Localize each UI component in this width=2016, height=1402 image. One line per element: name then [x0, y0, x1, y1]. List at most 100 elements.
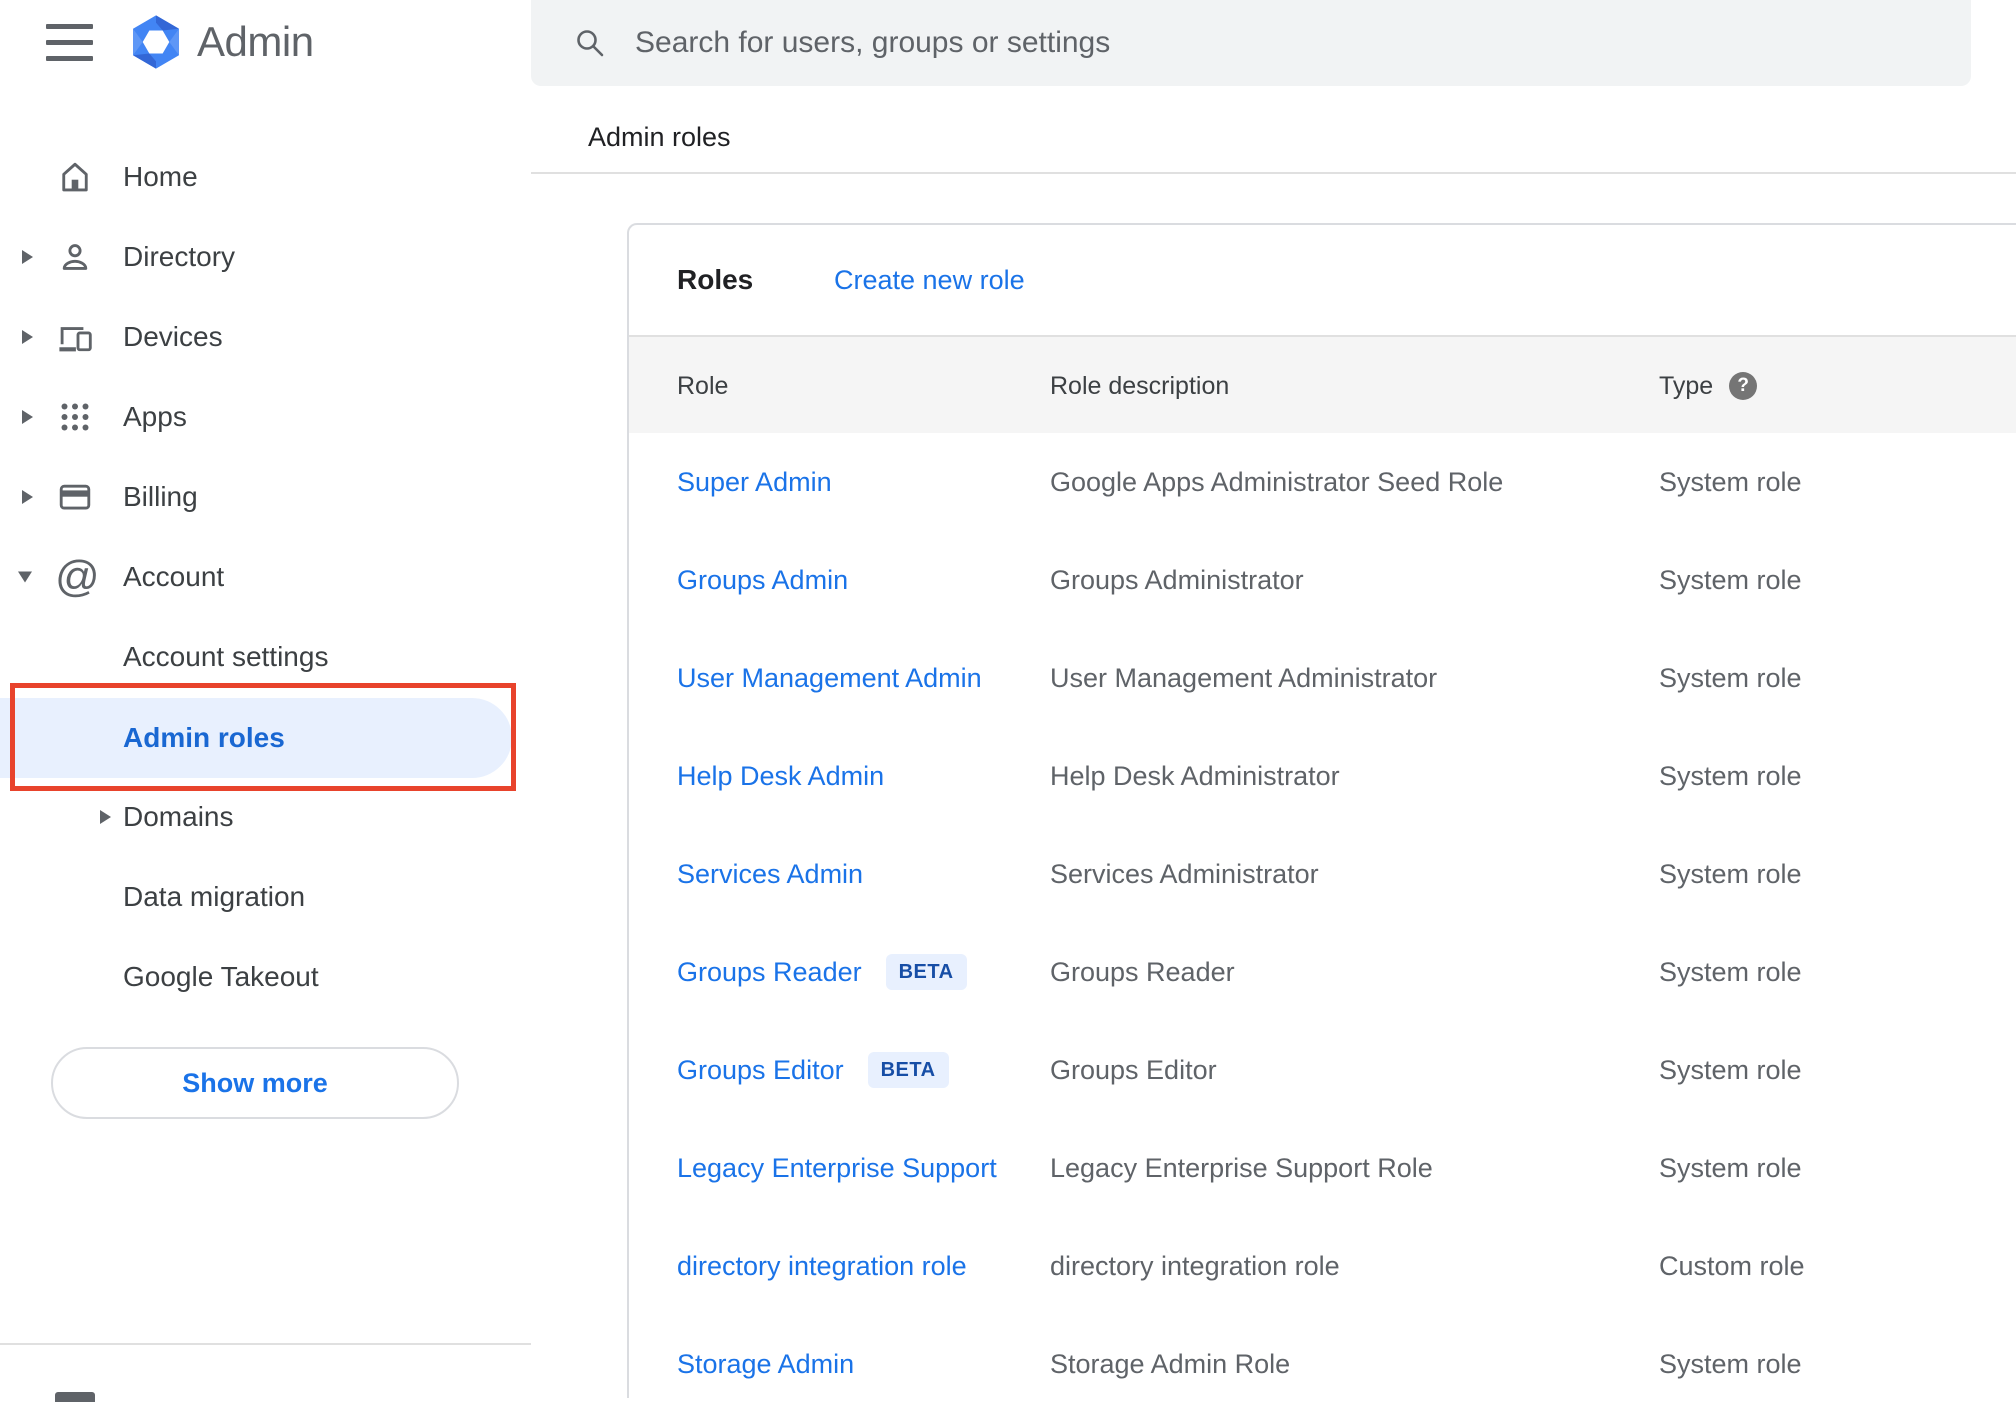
sidebar-item-home[interactable]: Home: [0, 137, 531, 217]
chevron-right-icon[interactable]: [22, 330, 33, 344]
role-type: System role: [1659, 957, 1802, 987]
role-link[interactable]: Legacy Enterprise Support: [677, 1153, 997, 1184]
role-link[interactable]: Groups Reader: [677, 957, 862, 988]
credit-card-icon: [59, 484, 91, 510]
column-header-type: Type ?: [1659, 337, 1758, 435]
table-row: Super Admin Google Apps Administrator Se…: [629, 433, 2016, 533]
role-description: Google Apps Administrator Seed Role: [1050, 467, 1504, 497]
table-row: Groups Admin Groups Administrator System…: [629, 531, 2016, 631]
role-type: Custom role: [1659, 1251, 1805, 1281]
chevron-down-icon[interactable]: [18, 571, 32, 583]
sidebar-item-label: Billing: [123, 481, 198, 512]
table-row: Storage Admin Storage Admin Role System …: [629, 1315, 2016, 1398]
sidebar-item-account[interactable]: @ Account: [0, 537, 531, 617]
clipped-sidebar-icon: [55, 1392, 95, 1402]
role-type: System role: [1659, 1349, 1802, 1379]
role-description: Storage Admin Role: [1050, 1349, 1291, 1379]
beta-badge: BETA: [885, 954, 967, 990]
column-header-type-label: Type: [1659, 371, 1714, 400]
sidebar-item-data-migration[interactable]: Data migration: [0, 857, 531, 937]
sidebar-item-devices[interactable]: Devices: [0, 297, 531, 377]
role-type: System role: [1659, 859, 1802, 889]
role-description: Services Administrator: [1050, 859, 1319, 889]
chevron-right-icon[interactable]: [100, 810, 111, 824]
sidebar-item-domains[interactable]: Domains: [0, 777, 531, 857]
devices-icon: [59, 327, 92, 352]
sidebar-item-label: Devices: [123, 321, 223, 352]
hamburger-bar: [46, 56, 93, 61]
sidebar-item-label: Admin roles: [123, 722, 285, 753]
table-header-row: Role Role description Type ?: [629, 335, 2016, 435]
table-row: directory integration role directory int…: [629, 1217, 2016, 1317]
apps-grid-icon: [61, 403, 89, 431]
role-type: System role: [1659, 1055, 1802, 1085]
role-link[interactable]: Groups Editor: [677, 1055, 844, 1086]
role-link[interactable]: Services Admin: [677, 859, 863, 890]
search-icon: [577, 30, 604, 57]
table-row: Groups Reader BETA Groups Reader System …: [629, 923, 2016, 1023]
help-icon[interactable]: ?: [1729, 372, 1758, 400]
create-new-role-link[interactable]: Create new role: [834, 225, 1025, 335]
role-description: Legacy Enterprise Support Role: [1050, 1153, 1433, 1183]
table-row: User Management Admin User Management Ad…: [629, 629, 2016, 729]
chevron-right-icon[interactable]: [22, 490, 33, 504]
header-divider: [531, 172, 2016, 174]
breadcrumb: Admin roles: [588, 122, 731, 152]
beta-badge: BETA: [867, 1052, 949, 1088]
at-sign-icon: @: [55, 552, 100, 601]
role-link[interactable]: Storage Admin: [677, 1349, 854, 1380]
role-type: System role: [1659, 467, 1802, 497]
sidebar-item-label: Domains: [123, 801, 234, 832]
person-icon: [62, 244, 88, 270]
sidebar-item-label: Google Takeout: [123, 961, 319, 992]
role-type: System role: [1659, 1153, 1802, 1183]
sidebar-item-label: Data migration: [123, 881, 306, 912]
table-row: Legacy Enterprise Support Legacy Enterpr…: [629, 1119, 2016, 1219]
roles-title: Roles: [677, 264, 754, 295]
chevron-right-icon[interactable]: [22, 250, 33, 264]
search-input[interactable]: [633, 25, 1917, 61]
sidebar-item-account-settings[interactable]: Account settings: [0, 617, 531, 697]
role-link[interactable]: directory integration role: [677, 1251, 967, 1282]
role-type: System role: [1659, 565, 1802, 595]
column-header-description: Role description: [1050, 371, 1230, 400]
role-description: Groups Administrator: [1050, 565, 1304, 595]
role-description: Help Desk Administrator: [1050, 761, 1340, 791]
chevron-right-icon[interactable]: [22, 410, 33, 424]
sidebar-item-label: Directory: [123, 241, 236, 272]
sidebar-item-admin-roles[interactable]: Admin roles: [0, 698, 512, 778]
table-row: Services Admin Services Administrator Sy…: [629, 825, 2016, 925]
role-type: System role: [1659, 761, 1802, 791]
column-header-role: Role: [677, 371, 729, 400]
app-title: Admin: [197, 18, 314, 65]
role-description: Groups Reader: [1050, 957, 1235, 987]
sidebar-item-google-takeout[interactable]: Google Takeout: [0, 937, 531, 1017]
hamburger-bar: [46, 24, 93, 29]
role-description: directory integration role: [1050, 1251, 1340, 1281]
hamburger-bar: [46, 40, 93, 45]
table-row: Help Desk Admin Help Desk Administrator …: [629, 727, 2016, 827]
role-type: System role: [1659, 663, 1802, 693]
sidebar-item-label: Apps: [123, 401, 187, 432]
sidebar-item-label: Account: [123, 561, 225, 592]
show-more-label: Show more: [182, 1067, 328, 1098]
sidebar-item-directory[interactable]: Directory: [0, 217, 531, 297]
role-link[interactable]: User Management Admin: [677, 663, 982, 694]
role-description: Groups Editor: [1050, 1055, 1217, 1085]
show-more-button[interactable]: Show more: [51, 1047, 459, 1119]
search-bar[interactable]: [531, 0, 1971, 86]
google-admin-logo-icon: [133, 15, 179, 69]
role-link[interactable]: Help Desk Admin: [677, 761, 884, 792]
table-row: Groups Editor BETA Groups Editor System …: [629, 1021, 2016, 1121]
role-link[interactable]: Super Admin: [677, 467, 832, 498]
home-icon: [62, 162, 88, 192]
sidebar-item-label: Home: [123, 161, 198, 192]
roles-card: Roles Create new role Role Role descript…: [627, 223, 2016, 1398]
sidebar-divider: [0, 1343, 531, 1345]
sidebar-item-billing[interactable]: Billing: [0, 457, 531, 537]
role-description: User Management Administrator: [1050, 663, 1438, 693]
sidebar-item-label: Account settings: [123, 641, 329, 672]
hamburger-menu-icon[interactable]: [46, 24, 93, 61]
role-link[interactable]: Groups Admin: [677, 565, 848, 596]
sidebar-item-apps[interactable]: Apps: [0, 377, 531, 457]
